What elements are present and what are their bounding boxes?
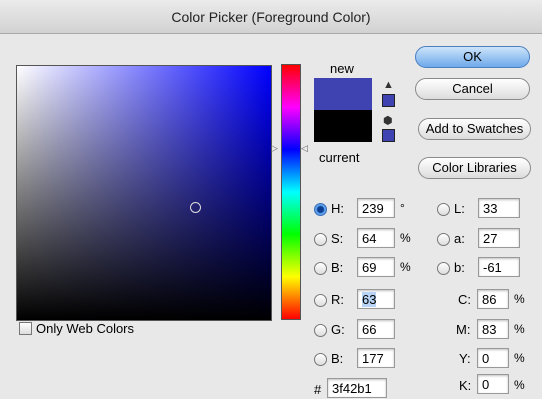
green-radio[interactable] — [314, 324, 327, 337]
b-lab-radio[interactable] — [437, 262, 450, 275]
red-input[interactable]: 63 — [357, 289, 395, 309]
magenta-label: M: — [456, 322, 471, 337]
black-input[interactable]: 0 — [477, 374, 509, 394]
new-color-swatch[interactable] — [314, 78, 372, 110]
window-title: Color Picker (Foreground Color) — [171, 9, 371, 25]
lightness-label: L: — [454, 201, 465, 216]
hue-slider-left-arrow-icon[interactable]: ▷ — [271, 143, 278, 154]
saturation-unit: % — [400, 231, 411, 245]
magenta-input[interactable]: 83 — [477, 319, 509, 339]
blue-label: B: — [331, 351, 344, 366]
a-radio[interactable] — [437, 233, 450, 246]
yellow-label: Y: — [459, 351, 471, 366]
cyan-label: C: — [458, 292, 471, 307]
black-label: K: — [459, 378, 472, 393]
saturation-radio[interactable] — [314, 233, 327, 246]
brightness-label: B: — [331, 260, 344, 275]
add-to-swatches-button[interactable]: Add to Swatches — [418, 118, 531, 140]
a-label: a: — [454, 231, 465, 246]
b-lab-label: b: — [454, 260, 465, 275]
b-lab-input[interactable]: -61 — [478, 257, 520, 277]
hex-input[interactable]: 3f42b1 — [327, 378, 387, 398]
blue-input[interactable]: 177 — [357, 348, 395, 368]
color-field[interactable] — [16, 65, 272, 321]
red-label: R: — [331, 292, 344, 307]
ok-button[interactable]: OK — [415, 46, 530, 68]
web-safe-cube-icon[interactable]: ⬢ — [383, 114, 393, 127]
warning-triangle-icon[interactable]: ▲ — [383, 79, 394, 91]
lightness-input[interactable]: 33 — [478, 198, 520, 218]
yellow-unit: % — [514, 351, 525, 365]
web-safe-swatch[interactable] — [382, 129, 395, 142]
hue-unit: ° — [400, 201, 405, 215]
current-label: current — [319, 150, 360, 165]
title-bar: Color Picker (Foreground Color) — [0, 0, 542, 34]
red-radio[interactable] — [314, 294, 327, 307]
brightness-unit: % — [400, 260, 411, 274]
magenta-unit: % — [514, 322, 525, 336]
new-label: new — [330, 61, 354, 76]
gamut-swatch[interactable] — [382, 94, 395, 107]
brightness-input[interactable]: 69 — [357, 257, 395, 277]
color-picker-ring[interactable] — [190, 202, 201, 213]
brightness-radio[interactable] — [314, 262, 327, 275]
cyan-unit: % — [514, 292, 525, 306]
hex-label: # — [314, 382, 322, 397]
only-web-colors-checkbox[interactable] — [19, 322, 32, 335]
black-unit: % — [514, 378, 525, 392]
saturation-input[interactable]: 64 — [357, 228, 395, 248]
lightness-radio[interactable] — [437, 203, 450, 216]
hue-slider-right-arrow-icon[interactable]: ◁ — [301, 143, 308, 154]
hue-radio[interactable] — [314, 203, 327, 216]
hue-input[interactable]: 239 — [357, 198, 395, 218]
cancel-button[interactable]: Cancel — [415, 78, 530, 100]
hue-slider[interactable] — [281, 64, 301, 320]
cyan-input[interactable]: 86 — [477, 289, 509, 309]
yellow-input[interactable]: 0 — [477, 348, 509, 368]
green-input[interactable]: 66 — [357, 319, 395, 339]
red-value: 63 — [362, 292, 377, 307]
a-input[interactable]: 27 — [478, 228, 520, 248]
color-libraries-button[interactable]: Color Libraries — [418, 157, 531, 179]
hue-label: H: — [331, 201, 344, 216]
saturation-label: S: — [331, 231, 344, 246]
blue-radio[interactable] — [314, 353, 327, 366]
green-label: G: — [331, 322, 345, 337]
current-color-swatch[interactable] — [314, 110, 372, 142]
only-web-colors-label: Only Web Colors — [36, 321, 135, 336]
